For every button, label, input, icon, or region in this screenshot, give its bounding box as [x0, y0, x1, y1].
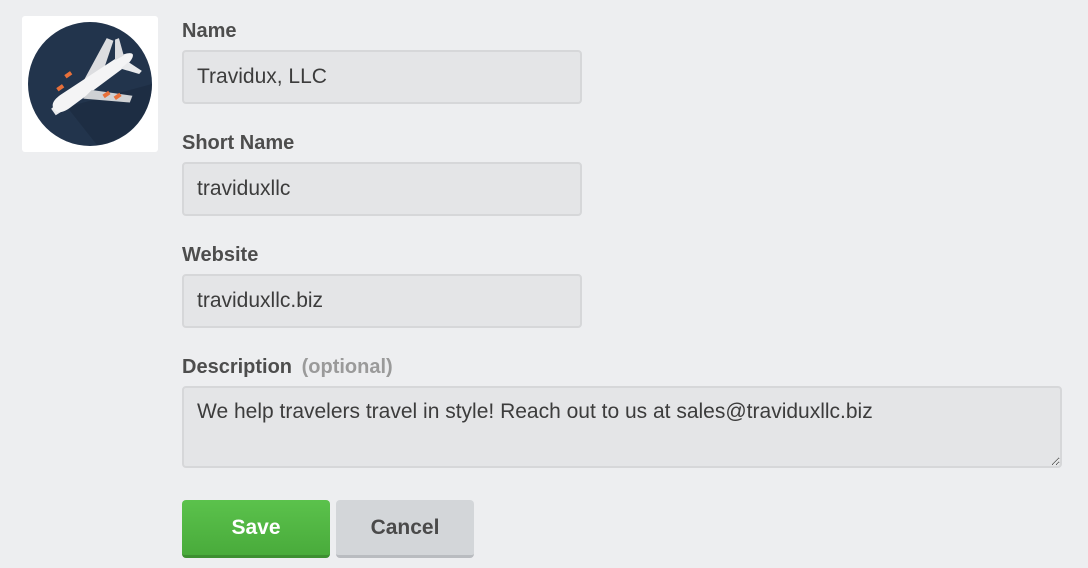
form-actions: Save Cancel — [182, 500, 1062, 558]
name-label: Name — [182, 20, 237, 42]
organization-logo[interactable] — [22, 16, 158, 152]
short-name-input[interactable] — [182, 162, 582, 216]
short-name-label: Short Name — [182, 132, 295, 154]
description-label-row: Description (optional) — [182, 352, 1062, 382]
description-textarea[interactable]: We help travelers travel in style! Reach… — [182, 386, 1062, 468]
optional-tag: (optional) — [301, 356, 393, 378]
website-input[interactable] — [182, 274, 582, 328]
description-label: Description — [182, 356, 293, 378]
name-input[interactable] — [182, 50, 582, 104]
save-button[interactable]: Save — [182, 500, 330, 558]
airplane-icon — [28, 22, 152, 146]
organization-edit-page: Name Short Name Website Description (opt… — [0, 0, 1088, 568]
website-label: Website — [182, 244, 259, 266]
organization-form: Name Short Name Website Description (opt… — [182, 16, 1062, 558]
cancel-button[interactable]: Cancel — [336, 500, 474, 558]
